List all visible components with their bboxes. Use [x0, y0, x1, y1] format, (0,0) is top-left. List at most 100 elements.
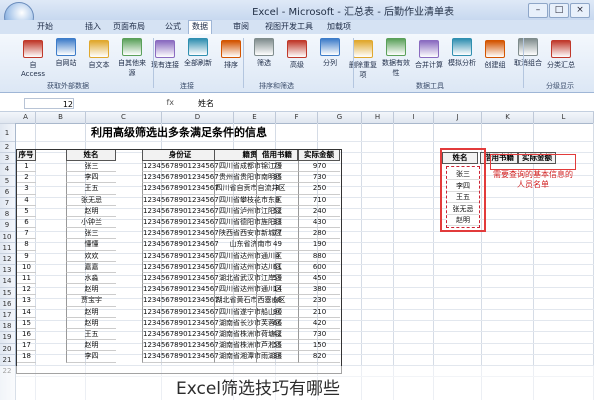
- ribbon-button-label: 模拟分析: [448, 59, 476, 67]
- grid-hline: [16, 141, 594, 142]
- grid-vline: [433, 123, 434, 400]
- column-header-G[interactable]: G: [318, 112, 362, 123]
- row-header-2[interactable]: 2: [0, 141, 15, 153]
- ribbon-icon: [254, 38, 274, 56]
- formula-input[interactable]: 姓名: [198, 98, 214, 109]
- ribbon-button-11[interactable]: 数据有效性: [381, 38, 411, 78]
- ribbon-button-label: 创建组: [484, 61, 506, 69]
- criteria-name[interactable]: 赵明: [447, 215, 479, 226]
- column-header-B[interactable]: B: [36, 112, 86, 123]
- ribbon-icon: [518, 38, 538, 56]
- ribbon-button-label: 自Access: [21, 61, 45, 78]
- column-header-E[interactable]: E: [234, 112, 276, 123]
- ribbon-button-1[interactable]: 自网站: [51, 38, 81, 68]
- row-header-11[interactable]: 11: [0, 241, 15, 253]
- ribbon-tabs: 开始 插入 页面布局 公式 数据 审阅 视图 开发工具 加载项: [0, 20, 594, 35]
- column-header-K[interactable]: K: [482, 112, 534, 123]
- name-box[interactable]: 12: [24, 98, 74, 109]
- tab-5[interactable]: 审阅: [230, 21, 252, 33]
- row-header-3[interactable]: 3: [0, 152, 15, 164]
- row-header-13[interactable]: 13: [0, 264, 15, 276]
- ribbon-button-3[interactable]: 自其他来源: [117, 38, 147, 78]
- ribbon-button-label: 全部刷新: [184, 59, 212, 67]
- row-header-19[interactable]: 19: [0, 331, 15, 343]
- ribbon-button-label: 筛选: [257, 59, 271, 67]
- ribbon-separator: [153, 38, 154, 88]
- caption-text: Excel筛选技巧有哪些: [176, 379, 341, 399]
- criteria-name[interactable]: 王五: [447, 192, 479, 203]
- close-button[interactable]: ×: [570, 3, 590, 18]
- ribbon-button-13[interactable]: 模拟分析: [447, 38, 477, 68]
- fx-icon[interactable]: fx: [166, 98, 174, 107]
- ribbon-icon: [452, 38, 472, 56]
- ribbon-button-0[interactable]: 自Access: [18, 40, 48, 78]
- ribbon-icon: [353, 40, 373, 58]
- ribbon-icon: [23, 40, 43, 58]
- tab-3[interactable]: 公式: [162, 21, 184, 33]
- tab-0[interactable]: 开始: [34, 21, 56, 33]
- column-header-H[interactable]: H: [362, 112, 394, 123]
- row-header-6[interactable]: 6: [0, 185, 15, 197]
- row-header-15[interactable]: 15: [0, 286, 15, 298]
- row-header-9[interactable]: 9: [0, 219, 15, 231]
- ribbon-icon: [485, 40, 505, 58]
- row-header-16[interactable]: 16: [0, 297, 15, 309]
- ribbon-icon: [188, 38, 208, 56]
- ribbon-button-7[interactable]: 筛选: [249, 38, 279, 68]
- ribbon-icon: [89, 40, 109, 58]
- ribbon-icon: [122, 38, 142, 56]
- ribbon-button-2[interactable]: 自文本: [84, 40, 114, 70]
- ribbon-button-14[interactable]: 创建组: [480, 40, 510, 70]
- ribbon-button-5[interactable]: 全部刷新: [183, 38, 213, 68]
- row-header-8[interactable]: 8: [0, 208, 15, 220]
- row-header-18[interactable]: 18: [0, 320, 15, 332]
- column-header-C[interactable]: C: [86, 112, 162, 123]
- row-header-4[interactable]: 4: [0, 163, 15, 175]
- ribbon-button-16[interactable]: 分类汇总: [546, 40, 576, 70]
- ribbon-group-label: 分级显示: [546, 82, 574, 90]
- column-headers: ABCDEFGHIJKL: [0, 112, 594, 124]
- column-header-A[interactable]: A: [16, 112, 36, 123]
- row-header-1[interactable]: 1: [0, 123, 15, 141]
- minimize-button[interactable]: –: [528, 3, 548, 18]
- tab-7[interactable]: 开发工具: [278, 21, 316, 33]
- row-header-12[interactable]: 12: [0, 253, 15, 265]
- criteria-name-list[interactable]: 张三 李四 王五 张无忌 赵明: [446, 166, 480, 228]
- row-header-10[interactable]: 10: [0, 230, 15, 242]
- ribbon-button-15[interactable]: 取消组合: [513, 38, 543, 68]
- ribbon-button-4[interactable]: 现有连接: [150, 40, 180, 70]
- ribbon-group-label: 连接: [180, 82, 194, 90]
- column-header-D[interactable]: D: [162, 112, 234, 123]
- criteria-name[interactable]: 张三: [447, 169, 479, 180]
- ribbon-button-label: 自文本: [88, 61, 110, 69]
- ribbon-button-label: 现有连接: [151, 61, 179, 69]
- row-header-5[interactable]: 5: [0, 174, 15, 186]
- ribbon-button-6[interactable]: 排序: [216, 40, 246, 70]
- tab-8[interactable]: 加载项: [324, 21, 354, 33]
- row-header-17[interactable]: 17: [0, 309, 15, 321]
- column-header-I[interactable]: I: [394, 112, 434, 123]
- ribbon-button-8[interactable]: 高级: [282, 40, 312, 70]
- tab-1[interactable]: 插入: [82, 21, 104, 33]
- column-header-L[interactable]: L: [534, 112, 594, 123]
- row-header-21[interactable]: 21: [0, 353, 15, 365]
- ribbon-icon: [56, 38, 76, 56]
- ribbon-separator: [243, 38, 244, 88]
- criteria-name[interactable]: 张无忌: [447, 203, 479, 215]
- row-header-14[interactable]: 14: [0, 275, 15, 287]
- criteria-name[interactable]: 李四: [447, 180, 479, 192]
- ribbon-group-label: 数据工具: [416, 82, 444, 90]
- column-header-F[interactable]: F: [276, 112, 318, 123]
- maximize-button[interactable]: □: [549, 3, 569, 18]
- row-header-20[interactable]: 20: [0, 342, 15, 354]
- tab-4[interactable]: 数据: [188, 20, 212, 35]
- tab-2[interactable]: 页面布局: [110, 21, 148, 33]
- callout-box: [490, 154, 576, 170]
- ribbon-separator: [353, 38, 354, 88]
- ribbon-icon: [386, 38, 406, 56]
- ribbon-button-9[interactable]: 分列: [315, 38, 345, 68]
- row-header-7[interactable]: 7: [0, 197, 15, 209]
- table-outline: [16, 149, 342, 374]
- ribbon-button-12[interactable]: 合并计算: [414, 40, 444, 70]
- column-header-J[interactable]: J: [434, 112, 482, 123]
